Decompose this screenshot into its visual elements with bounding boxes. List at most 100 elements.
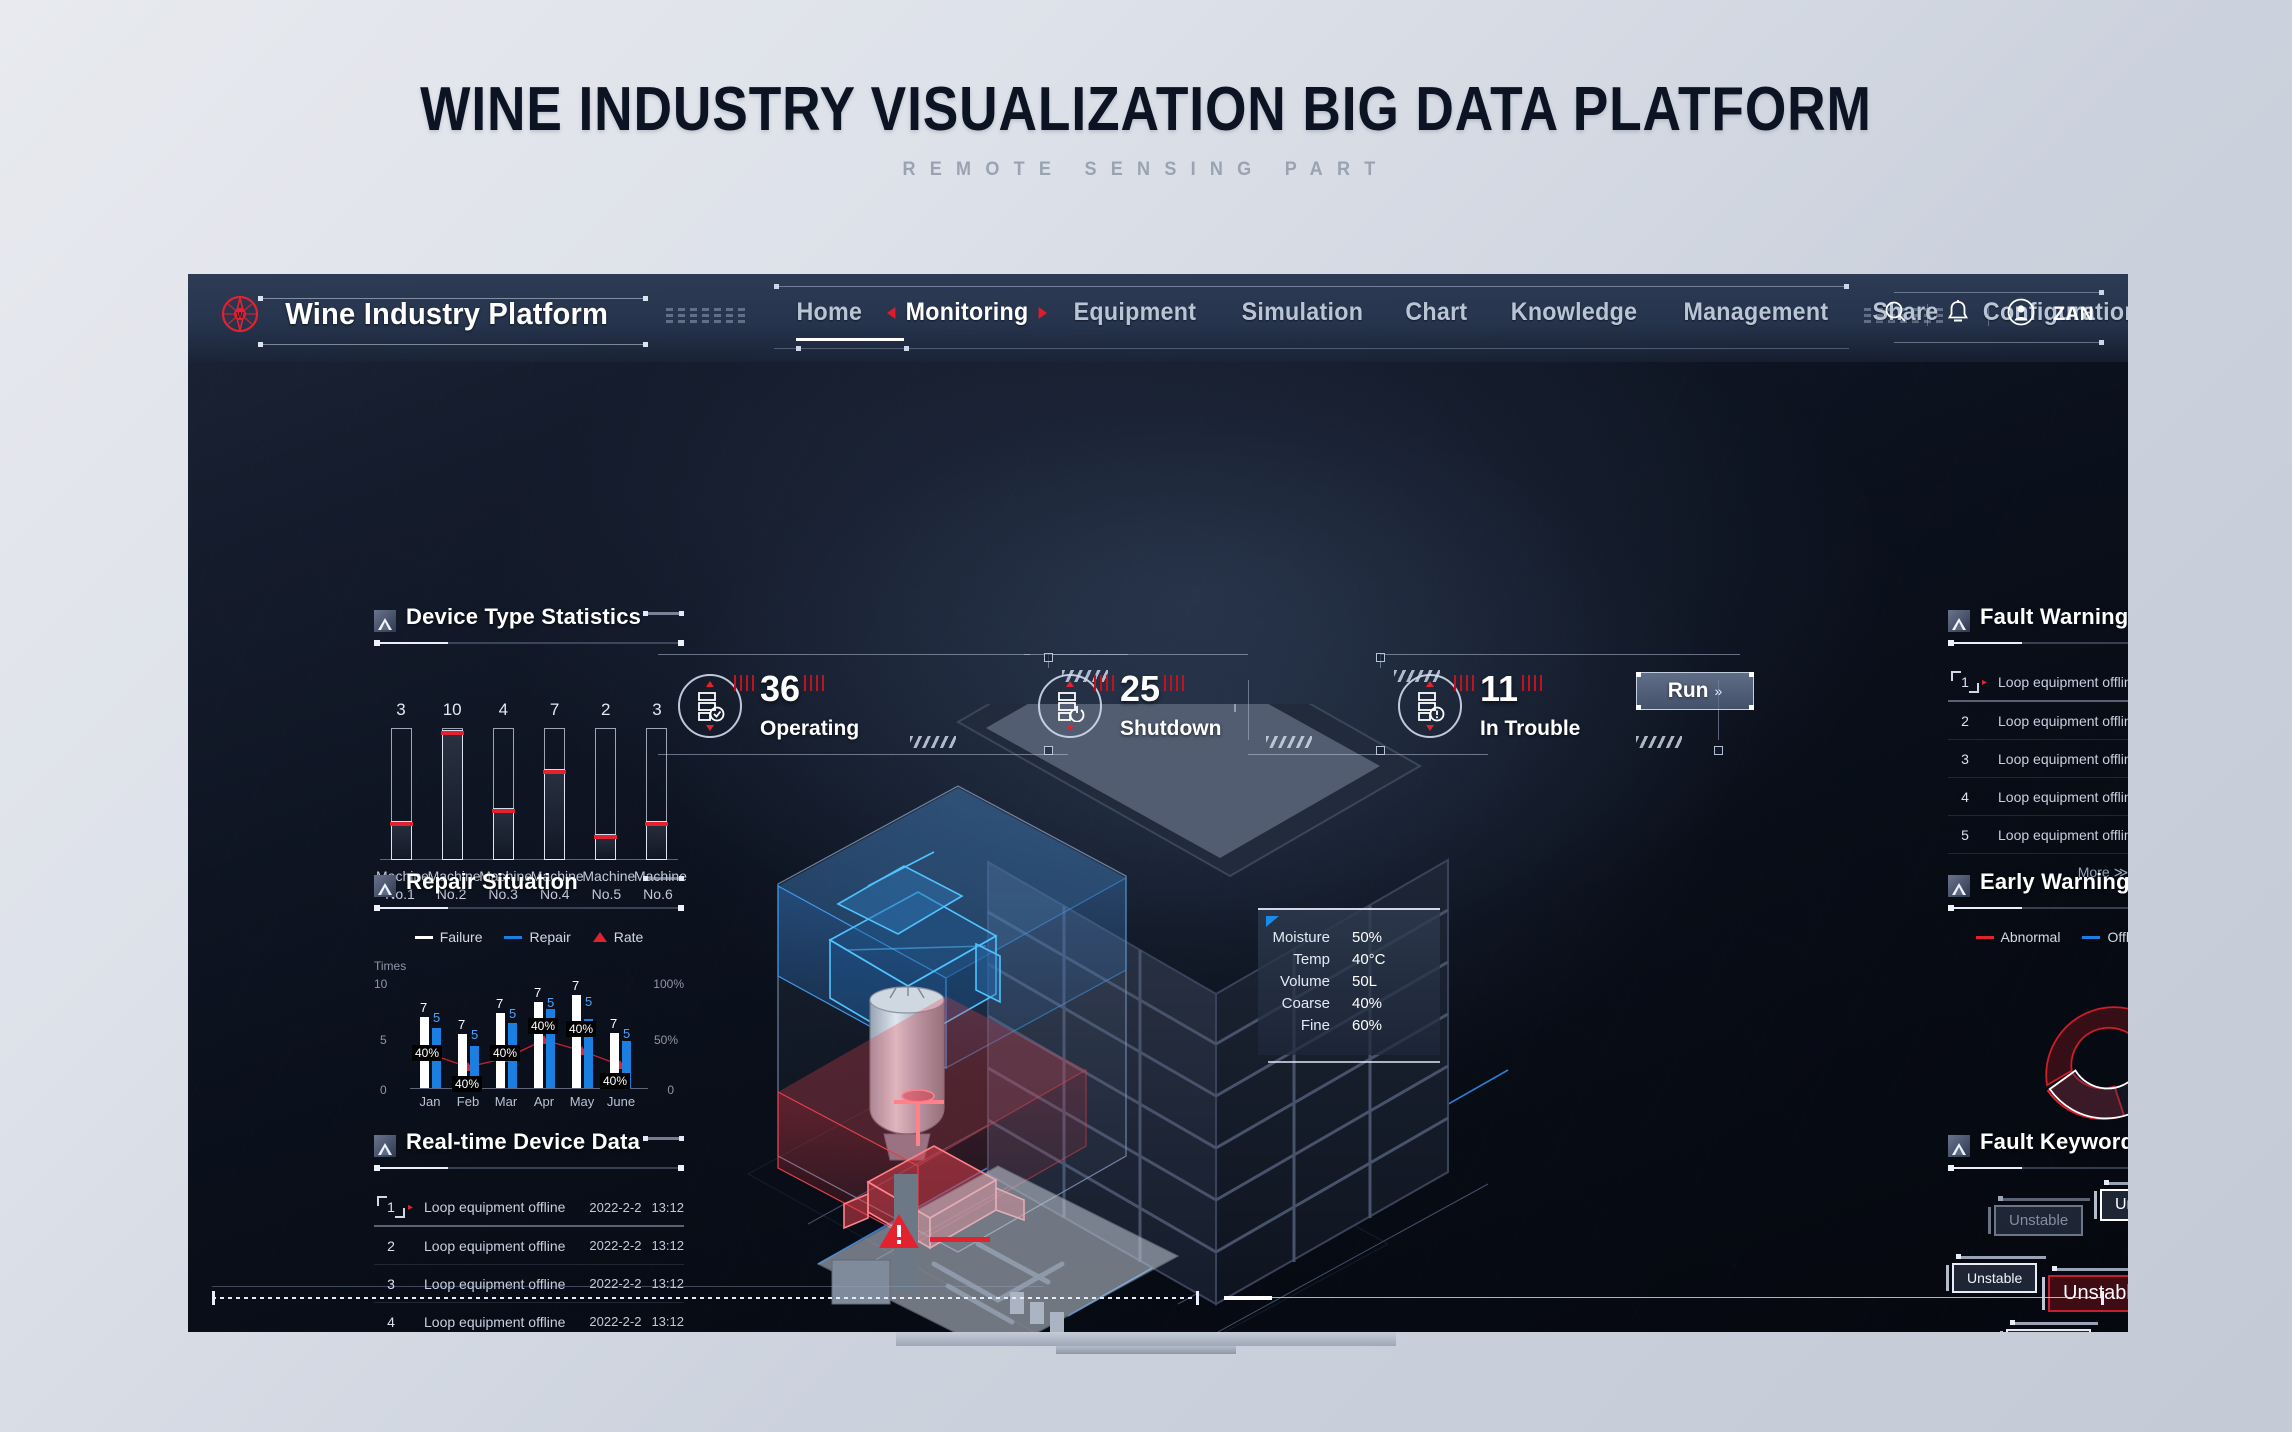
brand[interactable]: W Wine Industry Platform — [220, 294, 618, 334]
nav-item-equipment[interactable]: Equipment — [1057, 298, 1213, 327]
row-index: 2 — [1961, 712, 1969, 729]
list-item[interactable]: 1▸Loop equipment offline2022-2-213:12 — [374, 1189, 684, 1227]
panel-title: Real-time Device Data — [406, 1129, 641, 1154]
list-item[interactable]: 4Loop equipment offline2022-2-213:12 — [1948, 778, 2128, 816]
nav-item-home[interactable]: Home — [780, 298, 879, 327]
kpi-shutdown[interactable]: 25 Shutdown — [1018, 650, 1378, 762]
legend-item-rate: Rate — [592, 929, 643, 945]
top-navigation-bar: W Wine Industry Platform Home Monitoring… — [188, 274, 2128, 362]
user-avatar-icon[interactable] — [2007, 298, 2035, 331]
panel-title: Repair Situation — [406, 869, 578, 894]
nav-item-simulation[interactable]: Simulation — [1225, 298, 1380, 327]
tooltip-row: Coarse 40% — [1268, 995, 1424, 1012]
repair-plot-area: 7 5 40% 7 5 40% 7 5 40% 7 5 40% 7 5 40% … — [410, 978, 648, 1109]
bar-value-repair: 5 — [509, 1006, 517, 1021]
nav-item-knowledge[interactable]: Knowledge — [1494, 298, 1654, 327]
panel-early-warning-type: Early Warning Type Abnormal Offline Dela… — [1948, 869, 2128, 1137]
bar-value-repair: 5 — [547, 995, 555, 1010]
y-tick-top: 10 — [374, 977, 388, 991]
panel-corner-decor — [642, 608, 684, 622]
early-warning-legend: Abnormal Offline Delay — [1948, 929, 2128, 945]
kpi-operating[interactable]: 36 Operating — [658, 650, 1018, 762]
topright-rule-top — [1894, 290, 2104, 295]
list-item[interactable]: 2Loop equipment offline2022-2-213:12 — [1948, 702, 2128, 740]
tooltip-value: 40°C — [1352, 951, 1386, 968]
row-date: 2022-2-2 — [589, 1276, 642, 1291]
bar-track — [543, 728, 567, 860]
panel-title: Early Warning Type — [1980, 869, 2128, 894]
tooltip-key: Moisture — [1272, 929, 1330, 946]
bar-failure — [534, 1002, 543, 1088]
bar-value-failure: 7 — [420, 1000, 428, 1015]
page-header: WINE INDUSTRY VISUALIZATION BIG DATA PLA… — [0, 74, 2292, 181]
row-text: Loop equipment offline — [1998, 712, 2128, 729]
keyword-chip[interactable]: Unstable — [1988, 1196, 2090, 1236]
panel-marker-icon — [374, 1135, 396, 1157]
keyword-chip[interactable]: Unstable — [2094, 1180, 2128, 1221]
row-time: 13:12 — [651, 1314, 684, 1329]
legend-item-repair: Repair — [504, 929, 571, 945]
bar-track — [594, 728, 618, 860]
row-index: 2 — [387, 1237, 395, 1254]
panel-rule — [374, 640, 684, 646]
y-tick-mid: 5 — [380, 1033, 387, 1047]
y2-tick-bottom: 0 — [667, 1083, 674, 1097]
bar-value-repair: 5 — [623, 1026, 631, 1041]
kpi-value: 11 — [1454, 671, 1545, 707]
divider — [1988, 303, 1990, 326]
bar-group-mar: 7 5 40% — [490, 996, 521, 1088]
device-type-bar-chart: 3 10 4 7 2 3 — [374, 670, 684, 860]
page-subtitle: REMOTE SENSING PART — [902, 159, 1390, 180]
tooltip-row: Volume 50L — [1268, 973, 1424, 990]
list-item[interactable]: 1▸Loop equipment offline2022-2-213:12 — [1948, 664, 2128, 702]
bar-value-failure: 7 — [496, 996, 504, 1011]
list-item[interactable]: 4Loop equipment offline2022-2-213:12 — [374, 1303, 684, 1332]
bell-icon[interactable] — [1946, 299, 1970, 330]
panel-header: Device Type Statistics — [374, 604, 684, 648]
keyword-chip[interactable]: Unstable — [2000, 1320, 2098, 1332]
legend-label: Failure — [439, 929, 483, 945]
row-index: 3 — [1961, 750, 1969, 767]
panel-title: Fault Warning — [1980, 604, 2128, 629]
bar-item: 7 — [536, 700, 574, 860]
tooltip-value: 50L — [1352, 973, 1378, 990]
list-item[interactable]: 2Loop equipment offline2022-2-213:12 — [374, 1227, 684, 1265]
bar-item: 3 — [382, 700, 420, 860]
warning-connector-line — [930, 1237, 990, 1242]
list-item[interactable]: 3Loop equipment offline2022-2-213:12 — [1948, 740, 2128, 778]
nav-item-management[interactable]: Management — [1667, 298, 1845, 327]
bar-track — [389, 728, 413, 860]
row-index: 3 — [387, 1275, 395, 1292]
run-button[interactable]: Run » — [1636, 672, 1754, 710]
bar-value: 10 — [442, 700, 462, 719]
bar-track — [645, 728, 669, 860]
tooltip-value: 40% — [1352, 995, 1383, 1012]
kpi-label: Shutdown — [1120, 717, 1222, 740]
panel-title: Device Type Statistics — [406, 604, 642, 629]
tooltip-value: 60% — [1352, 1017, 1383, 1034]
keyword-label: Unstable — [1967, 1270, 2023, 1286]
nav-item-chart[interactable]: Chart — [1389, 298, 1485, 327]
dashboard-bottom-frame — [212, 1286, 2104, 1305]
x-tick: Feb — [456, 1094, 480, 1109]
row-index: 1 — [374, 1196, 408, 1218]
username-label: ZAN — [2053, 303, 2094, 325]
bar-group-may: 7 5 40% — [566, 978, 597, 1088]
panel-header: Early Warning Type — [1948, 869, 2128, 913]
rate-label: 40% — [452, 1076, 483, 1092]
topright-rule-bottom — [1894, 340, 2104, 345]
nav-item-monitoring[interactable]: Monitoring — [886, 298, 1047, 327]
donut-slice-delay — [2048, 1069, 2128, 1120]
keyword-label: Unstable — [2009, 1212, 2069, 1229]
search-icon[interactable] — [1883, 299, 1909, 330]
keyword-chip[interactable]: Unstable — [1946, 1254, 2046, 1293]
y-tick-bottom: 0 — [380, 1083, 387, 1097]
row-text: Loop equipment offline — [1998, 750, 2128, 767]
list-item[interactable]: 5Loop equipment offline2022-2-213:12 — [1948, 816, 2128, 854]
legend-item-failure: Failure — [414, 929, 483, 945]
server-power-icon — [1038, 674, 1102, 738]
rate-label: 40% — [490, 1045, 521, 1061]
tooltip-row: Temp 40°C — [1268, 951, 1424, 968]
row-text: Loop equipment offline — [424, 1237, 566, 1254]
x-tick: Apr — [533, 1094, 555, 1109]
